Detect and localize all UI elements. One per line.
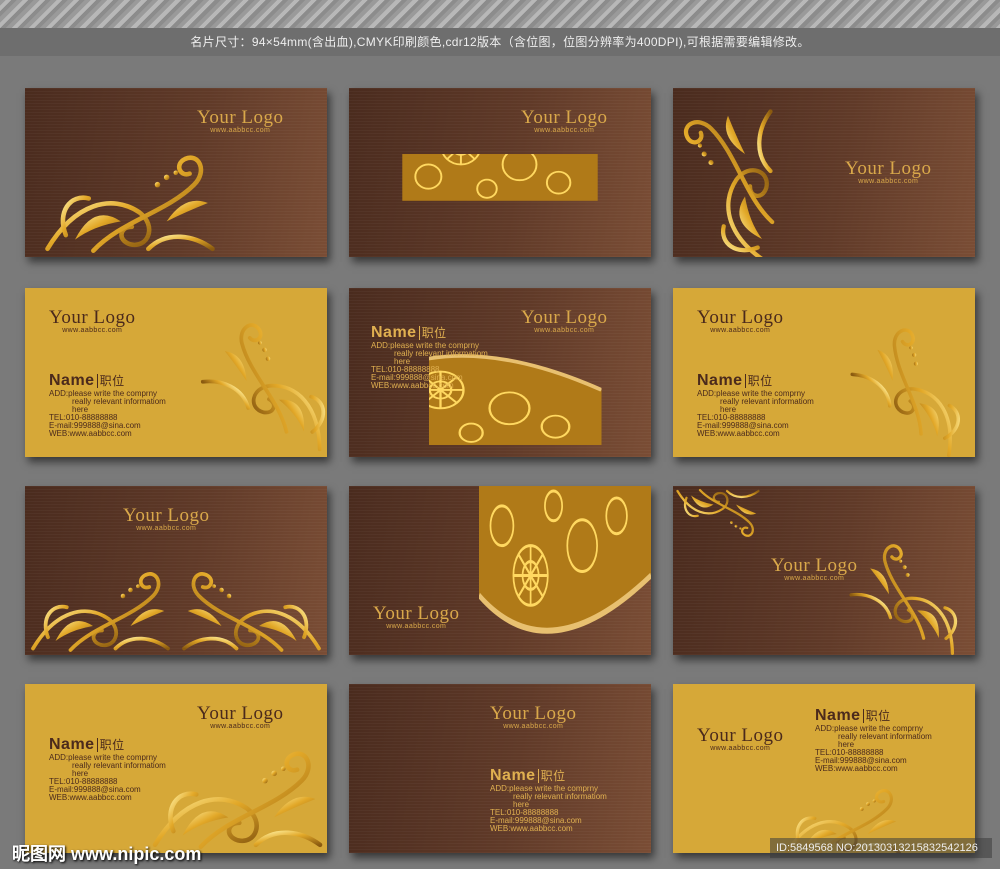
card-logo: Your Logo www.aabbcc.com	[490, 704, 577, 731]
contact-address-2: really relevant informatiom	[394, 349, 488, 358]
logo-url: www.aabbcc.com	[136, 525, 197, 532]
logo-text: Your Logo	[197, 703, 284, 724]
logo-text: Your Logo	[845, 158, 932, 179]
business-card-2[interactable]: Your Logo www.aabbcc.com	[349, 88, 651, 257]
logo-text: Your Logo	[521, 107, 608, 128]
contact-address-2: really relevant informatiom	[72, 397, 166, 406]
contact-block: Name 职位 ADD:please write the comprny reall…	[49, 372, 166, 438]
logo-text: Your Logo	[373, 603, 460, 624]
contact-web: WEB:www.aabbcc.com	[697, 429, 780, 438]
mandala-ornament-icon	[349, 724, 489, 853]
logo-text: Your Logo	[697, 725, 784, 746]
contact-web: WEB:www.aabbcc.com	[49, 793, 132, 802]
card-logo: Your Logo www.aabbcc.com	[771, 556, 858, 583]
logo-url: www.aabbcc.com	[386, 623, 447, 630]
contact-web: WEB:www.aabbcc.com	[490, 824, 573, 833]
business-card-1[interactable]: Your Logo www.aabbcc.com	[25, 88, 327, 257]
logo-text: Your Logo	[697, 307, 784, 328]
card-logo: Your Logo www.aabbcc.com	[197, 704, 284, 731]
spec-caption: 名片尺寸：94×54mm(含出血),CMYK印刷颜色,cdr12版本（含位图，位…	[0, 28, 1000, 56]
floral-ornament-icon	[832, 512, 975, 655]
site-watermark: 昵图网 www.nipic.com	[12, 844, 202, 864]
image-id-label: ID:5849568 NO:20130313215832542126	[770, 838, 992, 858]
floral-ornament-icon	[821, 288, 975, 457]
logo-url: www.aabbcc.com	[710, 745, 771, 752]
contact-block: Name 职位 ADD:please write the comprny reall…	[490, 767, 607, 833]
floral-ornament-icon	[673, 103, 798, 257]
card-logo: Your Logo www.aabbcc.com	[697, 726, 784, 753]
contact-web: WEB:www.aabbcc.com	[371, 381, 454, 390]
business-card-6[interactable]: Your Logo www.aabbcc.com Name 职位 ADD:pleas…	[673, 288, 975, 457]
contact-address-2: really relevant informatiom	[513, 792, 607, 801]
contact-address-2: really relevant informatiom	[72, 761, 166, 770]
logo-text: Your Logo	[771, 555, 858, 576]
contact-name: Name	[815, 707, 861, 724]
card-logo: Your Logo www.aabbcc.com	[49, 308, 136, 335]
card-logo: Your Logo www.aabbcc.com	[697, 308, 784, 335]
contact-block: Name 职位 ADD:please write the comprny reall…	[49, 736, 166, 802]
logo-url: www.aabbcc.com	[503, 723, 564, 730]
contact-address-2: really relevant informatiom	[720, 397, 814, 406]
contact-block: Name 职位 ADD:please write the comprny reall…	[697, 372, 814, 438]
logo-url: www.aabbcc.com	[210, 723, 271, 730]
contact-title: 职位	[418, 326, 447, 340]
business-card-10[interactable]: Your Logo www.aabbcc.com Name 职位 ADD:pleas…	[25, 684, 327, 853]
logo-url: www.aabbcc.com	[534, 127, 595, 134]
mandala-ornament-icon	[349, 154, 651, 257]
logo-text: Your Logo	[123, 505, 210, 526]
floral-ornament-icon	[178, 288, 327, 457]
card-logo: Your Logo www.aabbcc.com	[521, 108, 608, 135]
card-logo: Your Logo www.aabbcc.com	[845, 159, 932, 186]
contact-block: Name 职位 ADD:please write the comprny reall…	[371, 324, 488, 390]
contact-block: Name 职位 ADD:please write the comprny reall…	[815, 707, 932, 773]
business-card-9[interactable]: Your Logo www.aabbcc.com	[673, 486, 975, 655]
business-card-3[interactable]: Your Logo www.aabbcc.com	[673, 88, 975, 257]
card-logo: Your Logo www.aabbcc.com	[197, 108, 284, 135]
business-card-4[interactable]: Your Logo www.aabbcc.com Name 职位 ADD:pleas…	[25, 288, 327, 457]
card-logo: Your Logo www.aabbcc.com	[123, 506, 210, 533]
contact-title: 职位	[537, 769, 566, 783]
floral-ornament-icon	[25, 566, 176, 655]
business-card-7[interactable]: Your Logo www.aabbcc.com	[25, 486, 327, 655]
contact-title: 职位	[96, 738, 125, 752]
contact-title: 职位	[96, 374, 125, 388]
logo-text: Your Logo	[197, 107, 284, 128]
logo-url: www.aabbcc.com	[858, 178, 919, 185]
card-logo: Your Logo www.aabbcc.com	[373, 604, 460, 631]
contact-name: Name	[697, 372, 743, 389]
card-logo: Your Logo www.aabbcc.com	[521, 308, 608, 335]
contact-name: Name	[49, 372, 95, 389]
contact-web: WEB:www.aabbcc.com	[815, 764, 898, 773]
logo-url: www.aabbcc.com	[62, 327, 123, 334]
business-card-5[interactable]: Your Logo www.aabbcc.com Name 职位 ADD:pleas…	[349, 288, 651, 457]
contact-name: Name	[371, 324, 417, 341]
business-card-12[interactable]: Your Logo www.aabbcc.com Name 职位 ADD:pleas…	[673, 684, 975, 853]
logo-url: www.aabbcc.com	[534, 327, 595, 334]
logo-url: www.aabbcc.com	[710, 327, 771, 334]
floral-ornament-icon	[673, 486, 763, 541]
floral-ornament-icon	[25, 148, 235, 257]
floral-ornament-icon	[176, 566, 327, 655]
business-card-8[interactable]: Your Logo www.aabbcc.com	[349, 486, 651, 655]
logo-text: Your Logo	[521, 307, 608, 328]
contact-title: 职位	[862, 709, 891, 723]
contact-name: Name	[49, 736, 95, 753]
decorative-top-band	[0, 0, 1000, 28]
contact-web: WEB:www.aabbcc.com	[49, 429, 132, 438]
mandala-ornament-icon	[479, 486, 651, 655]
logo-text: Your Logo	[49, 307, 136, 328]
logo-text: Your Logo	[490, 703, 577, 724]
contact-address-2: really relevant informatiom	[838, 732, 932, 741]
floral-ornament-icon	[145, 744, 327, 853]
logo-url: www.aabbcc.com	[210, 127, 271, 134]
contact-name: Name	[490, 767, 536, 784]
business-card-11[interactable]: Your Logo www.aabbcc.com Name 职位 ADD:pleas…	[349, 684, 651, 853]
contact-title: 职位	[744, 374, 773, 388]
logo-url: www.aabbcc.com	[784, 575, 845, 582]
